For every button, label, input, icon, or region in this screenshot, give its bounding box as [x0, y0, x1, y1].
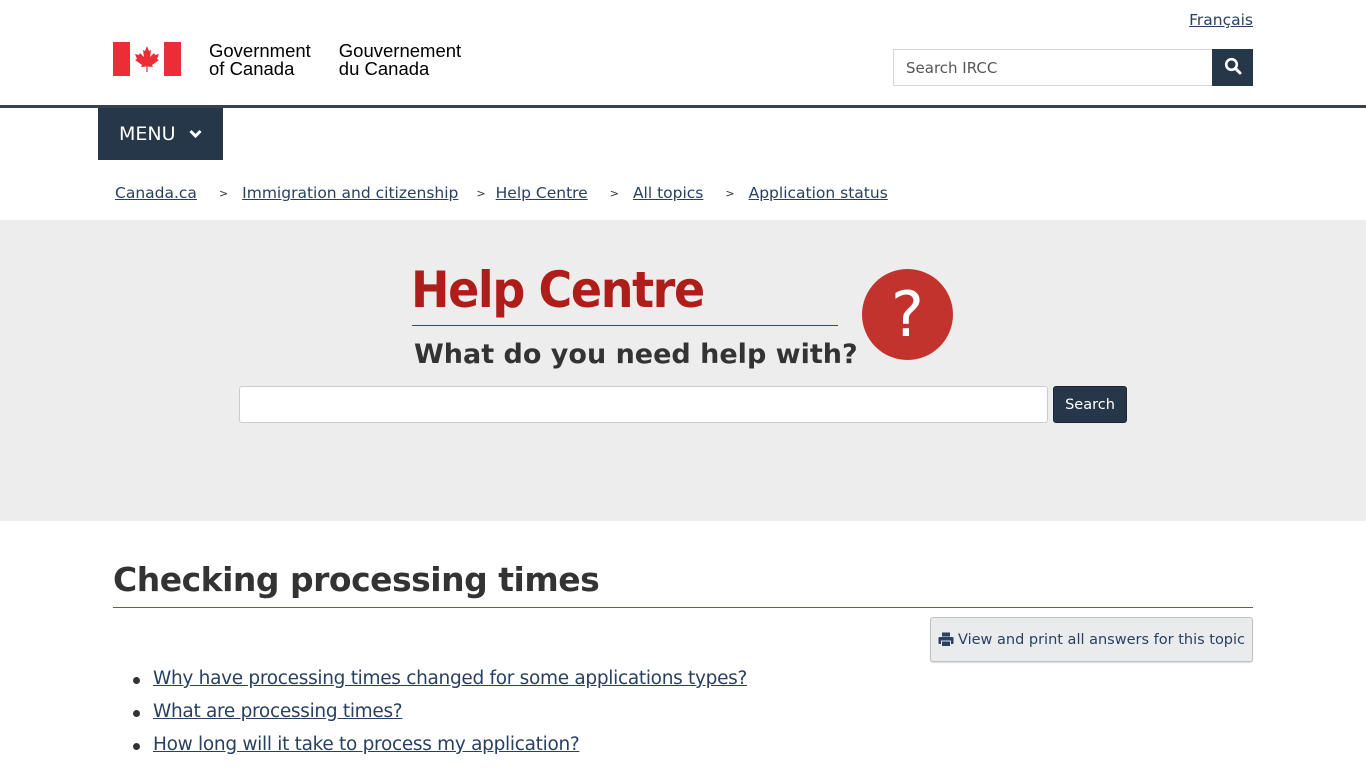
site-header: Français Government of Canada Gouverneme…: [0, 0, 1366, 108]
question-link[interactable]: Why have processing times changed for so…: [153, 668, 747, 689]
signature-french: Gouvernement du Canada: [338, 41, 461, 79]
help-centre-banner: Help Centre What do you need help with? …: [0, 220, 1366, 521]
breadcrumb-separator: >: [609, 186, 619, 200]
breadcrumb-help-centre[interactable]: Help Centre: [496, 184, 588, 202]
search-icon: [1224, 57, 1242, 78]
breadcrumb-application-status[interactable]: Application status: [749, 184, 888, 202]
main-menu-button[interactable]: MENU: [98, 108, 223, 160]
breadcrumb: Canada.ca > Immigration and citizenship …: [115, 184, 888, 202]
title-divider: [412, 325, 838, 326]
government-signature[interactable]: Government of Canada Gouvernement du Can…: [113, 41, 461, 79]
site-search-button[interactable]: [1212, 49, 1253, 86]
list-item: Why have processing times changed for so…: [132, 664, 747, 697]
question-list: Why have processing times changed for so…: [132, 664, 747, 763]
view-print-all-button[interactable]: View and print all answers for this topi…: [930, 617, 1253, 662]
signature-en-line2: of Canada: [209, 58, 295, 79]
site-search: [893, 49, 1253, 86]
question-link[interactable]: How long will it take to process my appl…: [153, 734, 580, 755]
help-prompt: What do you need help with?: [414, 339, 858, 370]
question-mark-icon: ?: [862, 269, 953, 360]
breadcrumb-separator: >: [476, 186, 486, 200]
breadcrumb-all-topics[interactable]: All topics: [633, 184, 703, 202]
help-search-input[interactable]: [239, 386, 1048, 423]
signature-english: Government of Canada: [209, 41, 311, 79]
breadcrumb-canada[interactable]: Canada.ca: [115, 184, 197, 202]
topic-divider: [113, 607, 1253, 608]
signature-fr-line2: du Canada: [338, 58, 430, 79]
printer-icon: [938, 632, 954, 647]
chevron-down-icon: [188, 129, 202, 139]
topic-title: Checking processing times: [113, 560, 600, 599]
help-centre-title: Help Centre: [411, 261, 705, 319]
breadcrumb-separator: >: [218, 186, 229, 200]
list-item: How long will it take to process my appl…: [132, 730, 747, 763]
breadcrumb-immigration[interactable]: Immigration and citizenship: [242, 184, 458, 202]
help-search-button[interactable]: Search: [1053, 386, 1127, 423]
language-toggle-link[interactable]: Français: [1189, 11, 1253, 29]
menu-label: MENU: [119, 123, 176, 145]
site-search-input[interactable]: [893, 49, 1213, 86]
breadcrumb-separator: >: [725, 186, 735, 200]
question-link[interactable]: What are processing times?: [153, 701, 403, 722]
list-item: What are processing times?: [132, 697, 747, 730]
print-button-label: View and print all answers for this topi…: [957, 631, 1246, 648]
canada-flag-icon: [113, 42, 181, 76]
